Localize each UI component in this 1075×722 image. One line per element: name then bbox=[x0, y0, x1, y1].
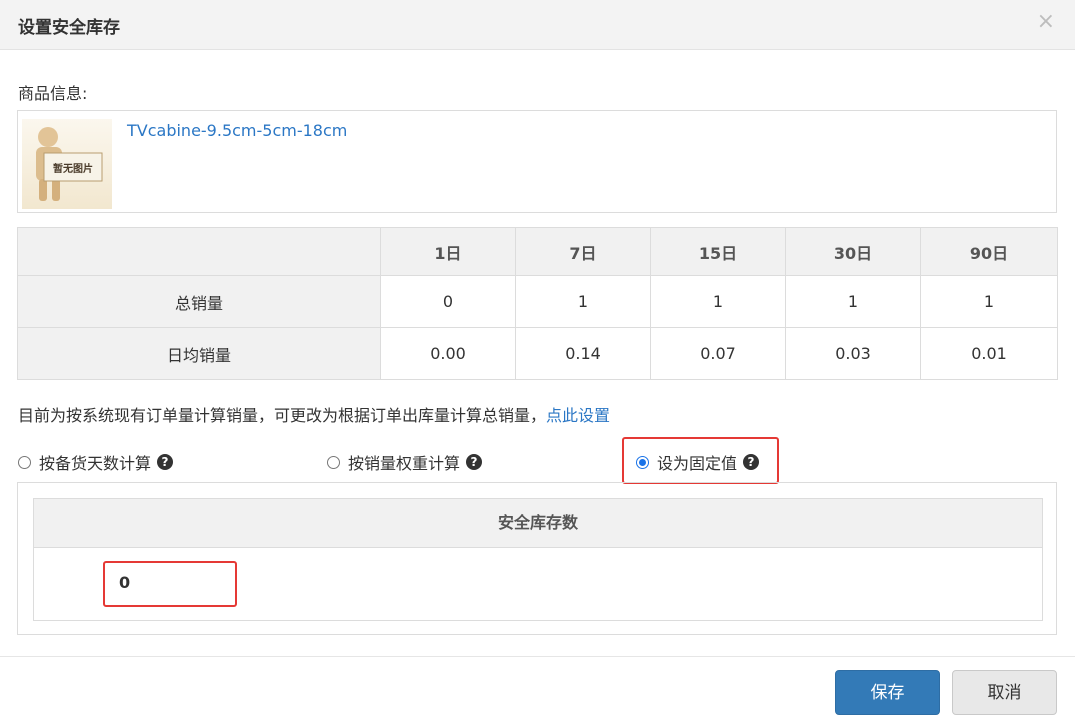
option-sales-weight[interactable]: 按销量权重计算 ? bbox=[327, 451, 483, 473]
calc-method-note: 目前为按系统现有订单量计算销量，可更改为根据订单出库量计算总销量，点此设置 bbox=[18, 402, 610, 426]
product-info-box: 暂无图片 TVcabine-9.5cm-5cm-18cm bbox=[17, 110, 1057, 213]
table-cell: 1 bbox=[515, 275, 651, 328]
header-cell-30d: 30日 bbox=[785, 227, 921, 276]
table-cell: 0.14 bbox=[515, 327, 651, 380]
product-name-link[interactable]: TVcabine-9.5cm-5cm-18cm bbox=[127, 121, 347, 140]
calc-note-text: 目前为按系统现有订单量计算销量，可更改为根据订单出库量计算总销量， bbox=[18, 406, 547, 425]
header-cell-90d: 90日 bbox=[920, 227, 1058, 276]
cancel-button[interactable]: 取消 bbox=[952, 670, 1057, 715]
table-cell: 0.03 bbox=[785, 327, 921, 380]
help-icon[interactable]: ? bbox=[157, 454, 174, 470]
dialog-header: 设置安全库存 × bbox=[0, 0, 1075, 50]
radio-sales-weight[interactable] bbox=[327, 455, 340, 469]
table-cell: 0.01 bbox=[920, 327, 1058, 380]
table-row-total-sales: 总销量 0 1 1 1 1 bbox=[17, 275, 1058, 328]
table-cell: 1 bbox=[785, 275, 921, 328]
footer-divider bbox=[0, 656, 1075, 657]
product-info-label: 商品信息: bbox=[18, 84, 88, 103]
option-label: 按销量权重计算 bbox=[348, 454, 461, 473]
table-cell: 1 bbox=[650, 275, 786, 328]
product-image-placeholder: 暂无图片 bbox=[22, 119, 112, 209]
option-label: 按备货天数计算 bbox=[39, 454, 152, 473]
no-image-figure-icon: 暂无图片 bbox=[36, 127, 103, 201]
safety-stock-value: 0 bbox=[119, 573, 131, 592]
calc-settings-link[interactable]: 点此设置 bbox=[546, 406, 610, 425]
sales-table-header-row: 1日 7日 15日 30日 90日 bbox=[17, 227, 1058, 276]
option-stock-days[interactable]: 按备货天数计算 ? bbox=[18, 451, 174, 473]
no-image-text: 暂无图片 bbox=[53, 162, 93, 175]
close-icon[interactable]: × bbox=[1037, 11, 1055, 33]
row-label-total-sales: 总销量 bbox=[17, 275, 381, 328]
header-cell-1d: 1日 bbox=[380, 227, 516, 276]
table-cell: 0.00 bbox=[380, 327, 516, 380]
table-row-daily-avg-sales: 日均销量 0.00 0.14 0.07 0.03 0.01 bbox=[17, 327, 1058, 380]
save-button[interactable]: 保存 bbox=[835, 670, 940, 715]
table-cell: 1 bbox=[920, 275, 1058, 328]
table-cell: 0 bbox=[380, 275, 516, 328]
safety-stock-input[interactable]: 0 bbox=[103, 561, 237, 607]
highlight-annotation-box bbox=[622, 437, 779, 484]
radio-stock-days[interactable] bbox=[18, 455, 31, 469]
safety-stock-panel: 安全库存数 0 bbox=[17, 482, 1057, 635]
header-cell-empty bbox=[17, 227, 381, 276]
row-label-daily-avg-sales: 日均销量 bbox=[17, 327, 381, 380]
sales-table: 1日 7日 15日 30日 90日 总销量 0 1 1 1 1 日均销量 0.0… bbox=[17, 227, 1058, 380]
help-icon[interactable]: ? bbox=[466, 454, 483, 470]
header-cell-15d: 15日 bbox=[650, 227, 786, 276]
safety-stock-table: 安全库存数 0 bbox=[33, 498, 1043, 621]
safety-stock-header: 安全库存数 bbox=[34, 499, 1042, 548]
table-cell: 0.07 bbox=[650, 327, 786, 380]
dialog-title: 设置安全库存 bbox=[18, 18, 120, 38]
header-cell-7d: 7日 bbox=[515, 227, 651, 276]
